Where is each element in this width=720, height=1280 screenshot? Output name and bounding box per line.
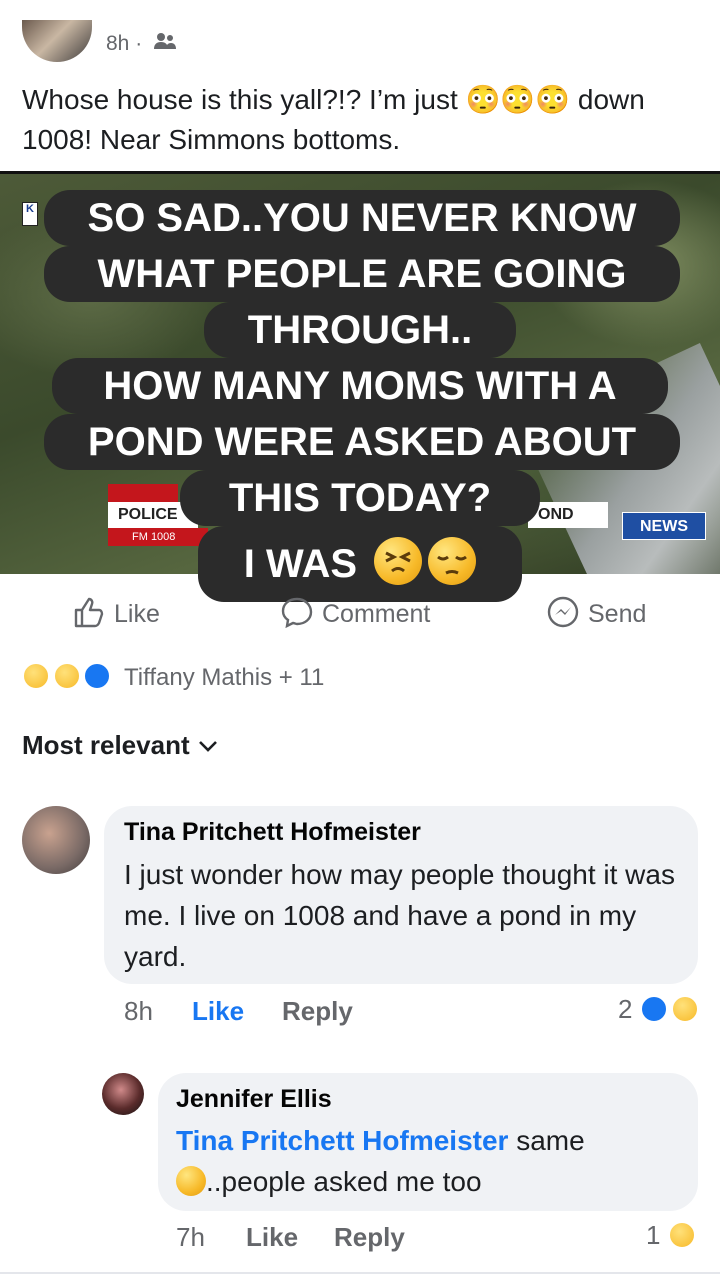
reaction-count: 2 (618, 994, 633, 1024)
reply-reaction-count[interactable]: 1 (646, 1220, 696, 1251)
post-text: Whose house is this yall?!? I’m just 😳😳😳… (22, 84, 645, 155)
like-reaction-icon (83, 662, 112, 690)
squinting-face-icon (374, 537, 423, 585)
comment-sort-dropdown[interactable]: Most relevant (22, 730, 219, 761)
mention-link[interactable]: Tina Pritchett Hofmeister (176, 1125, 508, 1156)
reply-reply-button[interactable]: Reply (334, 1222, 405, 1253)
reactions-summary[interactable]: Tiffany Mathis + 11 (22, 662, 324, 692)
caption-line-6: THIS TODAY? (180, 470, 540, 526)
divider (0, 1272, 720, 1274)
caption-line-7: I WAS (198, 526, 522, 602)
comment-icon (280, 597, 322, 629)
caption-line-7-text: I WAS (243, 542, 358, 586)
news-logo: NEWS (622, 512, 706, 540)
commenter-avatar[interactable] (22, 806, 90, 874)
reply-time: 7h (176, 1222, 205, 1252)
caption-line-3: THROUGH.. (204, 302, 516, 358)
reactions-summary-text: Tiffany Mathis + 11 (124, 664, 325, 691)
reaction-count: 1 (646, 1220, 661, 1250)
like-reaction-icon (639, 995, 668, 1023)
chevron-down-icon (197, 730, 219, 760)
like-button[interactable]: Like (72, 595, 160, 629)
sort-label: Most relevant (22, 730, 190, 760)
pensive-face-icon (428, 537, 477, 585)
reply-author[interactable]: Jennifer Ellis (176, 1085, 332, 1114)
lower-third-top-bar (108, 484, 178, 502)
post-time-text: 8h · (106, 32, 143, 55)
reply-text-part2: ..people asked me too (206, 1166, 482, 1197)
reply-text-part1: same (508, 1125, 585, 1156)
comment-label: Comment (322, 600, 431, 628)
top-header-cut (0, 0, 720, 8)
like-label: Like (114, 600, 160, 628)
post-timestamp: 8h · (106, 32, 177, 56)
caption-line-1: SO SAD..YOU NEVER KNOW (44, 190, 680, 246)
station-bug-icon: K (22, 202, 38, 226)
post-author-avatar[interactable] (22, 20, 92, 62)
send-label: Send (588, 600, 647, 628)
send-button[interactable]: Send (546, 595, 646, 629)
comment-time: 8h (124, 996, 153, 1026)
laughing-reaction-icon (667, 1221, 696, 1249)
comment-reaction-count[interactable]: 2 (618, 994, 699, 1025)
reply-like-button[interactable]: Like (246, 1222, 298, 1253)
caption-line-2: WHAT PEOPLE ARE GOING (44, 246, 680, 302)
commenter-avatar[interactable] (102, 1073, 144, 1115)
messenger-icon (546, 596, 588, 628)
caption-line-4: HOW MANY MOMS WITH A (52, 358, 668, 414)
reply-text: Tina Pritchett Hofmeister same ..people … (176, 1120, 686, 1202)
comment-text: I just wonder how may people thought it … (124, 859, 675, 972)
worried-face-icon (176, 1166, 206, 1196)
friends-icon (154, 32, 177, 56)
comment-like-button[interactable]: Like (192, 996, 244, 1027)
comment-reply-button[interactable]: Reply (282, 996, 353, 1027)
comment-button[interactable]: Comment (280, 595, 430, 629)
haha-reaction-icon (670, 995, 699, 1023)
lower-third-right: OND (528, 502, 608, 528)
caption-line-5: POND WERE ASKED ABOUT (44, 414, 680, 470)
sad-reaction-icon (52, 662, 81, 690)
comment-author[interactable]: Tina Pritchett Hofmeister (124, 818, 421, 847)
thumbs-up-icon (72, 597, 114, 628)
wow-reaction-icon (22, 662, 50, 690)
lower-third-left-sub: FM 1008 (108, 528, 208, 546)
